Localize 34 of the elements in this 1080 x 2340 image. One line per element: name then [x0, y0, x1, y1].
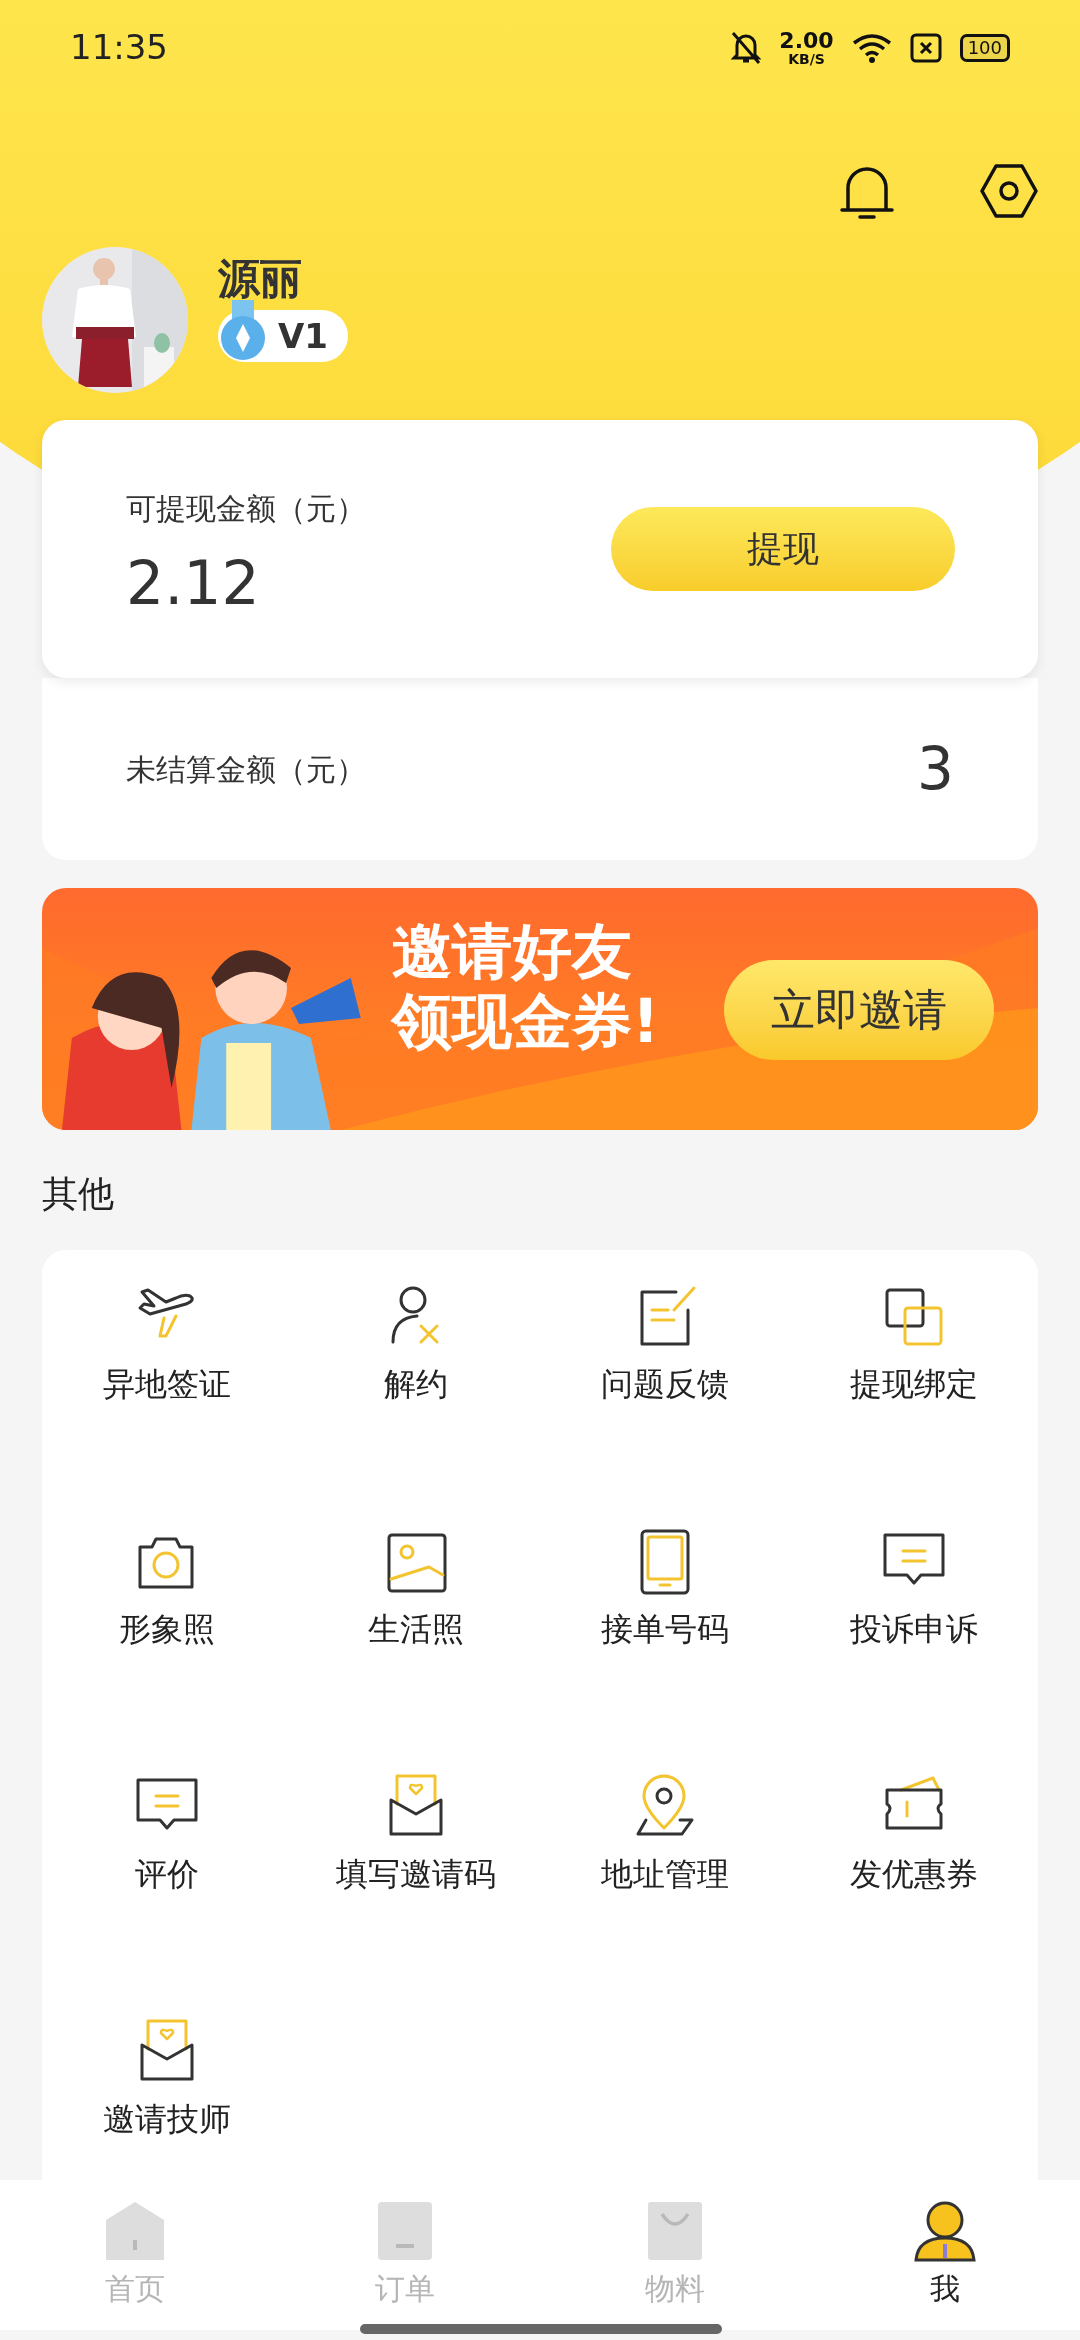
- withdrawable-amount: 2.12: [126, 552, 261, 613]
- banner-headline: 邀请好友: [392, 918, 633, 984]
- menu-item[interactable]: 提现绑定: [789, 1280, 1038, 1430]
- menu-item[interactable]: 发优惠券: [789, 1770, 1038, 1920]
- withdrawable-label: 可提现金额（元）: [126, 489, 366, 528]
- section-title: 其他: [42, 1176, 115, 1212]
- sim-x-icon: [909, 32, 942, 63]
- level-label: V1: [278, 314, 328, 358]
- bell-muted-icon: [731, 30, 762, 65]
- status-time: 11:35: [70, 26, 168, 69]
- invite-banner[interactable]: 邀请好友 领现金券! 立即邀请: [42, 888, 1038, 1130]
- banner-subheadline: 领现金券!: [392, 988, 660, 1054]
- network-unit: KB/S: [788, 51, 825, 66]
- menu-item[interactable]: 评价: [42, 1770, 291, 1920]
- menu-item[interactable]: 接单号码: [540, 1525, 789, 1675]
- menu-item[interactable]: 异地签证: [42, 1280, 291, 1430]
- house-icon: [104, 2200, 166, 2262]
- user-name: 源丽: [218, 258, 303, 300]
- menu-item[interactable]: 地址管理: [540, 1770, 789, 1920]
- menu-item[interactable]: 解约: [291, 1280, 540, 1430]
- menu-item[interactable]: 填写邀请码: [291, 1770, 540, 1920]
- menu-item[interactable]: 问题反馈: [540, 1280, 789, 1430]
- menu-item[interactable]: 邀请技师: [42, 2015, 291, 2165]
- withdraw-button[interactable]: 提现: [611, 507, 955, 591]
- unsettled-label: 未结算金额（元）: [126, 750, 366, 789]
- menu-item[interactable]: 投诉申诉: [789, 1525, 1038, 1675]
- person-icon: [912, 2200, 978, 2262]
- unsettled-amount: 3: [917, 733, 954, 805]
- tab[interactable]: 我: [810, 2200, 1080, 2310]
- network-speed: 2.00: [779, 29, 834, 52]
- menu-item[interactable]: 形象照: [42, 1525, 291, 1675]
- menu-item[interactable]: 生活照: [291, 1525, 540, 1675]
- wifi-icon: [851, 32, 892, 63]
- invite-now-button[interactable]: 立即邀请: [724, 960, 994, 1060]
